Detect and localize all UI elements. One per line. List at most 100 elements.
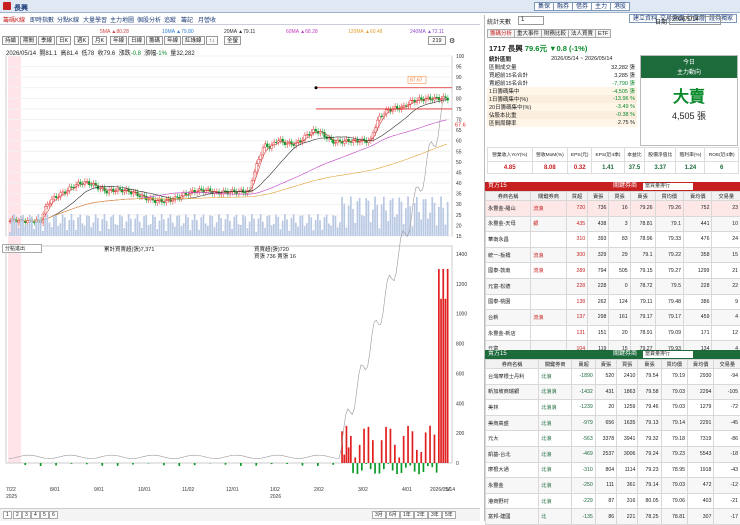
- page-tab-1[interactable]: 1: [3, 511, 12, 519]
- col-header[interactable]: 賣均價: [684, 192, 712, 201]
- tool-button[interactable]: 期間: [20, 36, 37, 45]
- table-row[interactable]: 台灣摩根士丹利北浪-1890520241079.5479.192930-94: [486, 369, 740, 385]
- col-header[interactable]: 關鍵券商: [531, 192, 567, 201]
- col-header[interactable]: 買張: [609, 192, 630, 201]
- col-header[interactable]: 買超: [566, 192, 587, 201]
- col-header[interactable]: 券商名稱: [486, 192, 531, 201]
- candle: [200, 189, 202, 190]
- tab-finance[interactable]: 財務比較: [541, 29, 569, 38]
- range-select[interactable]: 1: [518, 16, 544, 25]
- menu-item-2[interactable]: 即時指數: [30, 15, 54, 24]
- menu-item-3[interactable]: 分點K線: [57, 15, 79, 24]
- candle: [440, 99, 442, 100]
- range-3y[interactable]: 3年: [428, 511, 442, 519]
- table-row[interactable]: 新加坡商瑞銀北浪浪-1432431186379.5879.032294-105: [486, 384, 740, 400]
- range-3m[interactable]: 3月: [372, 511, 386, 519]
- table-row[interactable]: 永豐金-天母銀435438378.8179.144110: [486, 216, 740, 232]
- table-row[interactable]: 永豐金-新店1311512078.9179.0917112: [486, 325, 740, 341]
- sub-indicator-select[interactable]: 分點進出: [2, 244, 42, 253]
- table-row[interactable]: 國泰-敦南流浪28979450579.1579.27129921: [486, 263, 740, 279]
- table-row[interactable]: 華南永昌3103938378.9679.3347624: [486, 232, 740, 248]
- tool-button[interactable]: 年線: [164, 36, 181, 45]
- range-6m[interactable]: 6月: [386, 511, 400, 519]
- tool-button[interactable]: 週K: [74, 36, 89, 45]
- table-row[interactable]: 港商野村北浪-2298731680.0579.06403-21: [486, 493, 740, 509]
- page-tab-2[interactable]: 2: [13, 511, 22, 519]
- top-button-3[interactable]: 借券: [572, 2, 592, 11]
- menu-item-4[interactable]: 大量學習: [83, 15, 107, 24]
- col-header[interactable]: 買均價: [655, 192, 683, 201]
- col-header[interactable]: 賣超: [572, 360, 596, 369]
- tool-button[interactable]: 季線: [38, 36, 55, 45]
- page-tab-4[interactable]: 4: [31, 511, 40, 519]
- col-header[interactable]: 券商名稱: [486, 360, 539, 369]
- volume-bar: [60, 223, 62, 236]
- col-header[interactable]: 賣均價: [687, 360, 713, 369]
- tab-institution[interactable]: 法人買賣: [568, 29, 596, 38]
- table-row[interactable]: 美林北浪浪-123920125979.4679.031279-72: [486, 400, 740, 416]
- volume-bar: [295, 223, 297, 236]
- table-row[interactable]: 永豐金-羅山流浪7207361679.2679.2675223: [486, 201, 740, 217]
- top-button-5[interactable]: 港股: [610, 2, 630, 11]
- table-row[interactable]: 富邦-建國北-1358622178.2578.81307-17: [486, 509, 740, 525]
- table-row[interactable]: 台新流浪13729816179.1779.174594: [486, 310, 740, 326]
- table-row[interactable]: 美商高盛北浪-979656163579.1379.142291-45: [486, 415, 740, 431]
- tool-button[interactable]: 日K: [56, 36, 71, 45]
- fin-value: 0.32: [568, 162, 592, 174]
- tool-button[interactable]: 年線: [110, 36, 127, 45]
- net-bar: [434, 435, 436, 463]
- range-1y[interactable]: 1年: [400, 511, 414, 519]
- tool-button[interactable]: ↑↓: [206, 36, 218, 45]
- col-header[interactable]: 交易量: [712, 192, 740, 201]
- col-header[interactable]: 關鍵券商: [539, 360, 572, 369]
- volume-bar: [376, 205, 378, 236]
- menu-item-9[interactable]: 月營收: [198, 15, 216, 24]
- tool-button[interactable]: 全螢: [224, 36, 241, 45]
- top-button-1[interactable]: 集保: [534, 2, 554, 11]
- tab-events[interactable]: 重大事件: [514, 29, 542, 38]
- tool-button[interactable]: 日線: [128, 36, 145, 45]
- col-header[interactable]: 賣張: [595, 360, 616, 369]
- range-5y[interactable]: 5年: [442, 511, 456, 519]
- tab-chip[interactable]: 籌碼分析: [487, 29, 515, 38]
- price-chart[interactable]: 152025303540455055606570758085909510087.…: [0, 46, 480, 508]
- tool-button[interactable]: 紅綠線: [182, 36, 205, 45]
- col-header[interactable]: 賣張: [638, 360, 661, 369]
- tool-button[interactable]: 月K: [92, 36, 107, 45]
- menu-item-5[interactable]: 主力地圖: [110, 15, 134, 24]
- table-row[interactable]: 統一-板橋流浪3003292979.179.2235815: [486, 247, 740, 263]
- table-row[interactable]: 凱基-台北北浪-4692537300679.2479.235543-18: [486, 446, 740, 462]
- col-header[interactable]: 交易量: [714, 360, 740, 369]
- table-row[interactable]: 元大北浪-5633378394179.3279.187319-86: [486, 431, 740, 447]
- tool-button[interactable]: 籌碼: [146, 36, 163, 45]
- table-row[interactable]: 永豐金北浪-25011136179.1479.03472-12: [486, 478, 740, 494]
- col-header[interactable]: 賣張: [588, 192, 609, 201]
- table-row[interactable]: 國泰-桃園13826212479.1179.483869: [486, 294, 740, 310]
- tab-etf[interactable]: ETF: [595, 29, 611, 38]
- menu-item-6[interactable]: 個股分析: [137, 15, 161, 24]
- date-input[interactable]: 2026/5/14: [669, 16, 721, 25]
- page-tab-3[interactable]: 3: [22, 511, 31, 519]
- col-header[interactable]: 賣張: [630, 192, 655, 201]
- menu-item-7[interactable]: 追蹤: [164, 15, 176, 24]
- period-input[interactable]: 219: [428, 36, 446, 45]
- net-bar: [438, 269, 440, 463]
- menu-item-active[interactable]: 籌碼K線: [3, 15, 25, 24]
- page-tab-5[interactable]: 5: [40, 511, 49, 519]
- range-2y[interactable]: 2年: [414, 511, 428, 519]
- col-header[interactable]: 買張: [617, 360, 638, 369]
- table-row[interactable]: 元富-松德228228078.7279.522822: [486, 278, 740, 294]
- top-button-2[interactable]: 融券: [553, 2, 573, 11]
- menu-item-8[interactable]: 籌記: [181, 15, 193, 24]
- buy-sort-select[interactable]: 當買量排行: [643, 183, 693, 190]
- volume-bar: [22, 215, 24, 236]
- col-header[interactable]: 買均價: [661, 360, 687, 369]
- table-row[interactable]: 摩根大通北浪-310804111479.2378.951918-43: [486, 462, 740, 478]
- top-button-4[interactable]: 主力: [591, 2, 611, 11]
- settings-icon[interactable]: ⚙: [449, 37, 455, 45]
- volume-bar: [93, 222, 95, 236]
- sell-sort-select[interactable]: 當賣量排行: [643, 351, 693, 358]
- page-tab-6[interactable]: 6: [49, 511, 58, 519]
- volume-bar: [40, 219, 42, 236]
- tool-button[interactable]: 持續: [2, 36, 19, 45]
